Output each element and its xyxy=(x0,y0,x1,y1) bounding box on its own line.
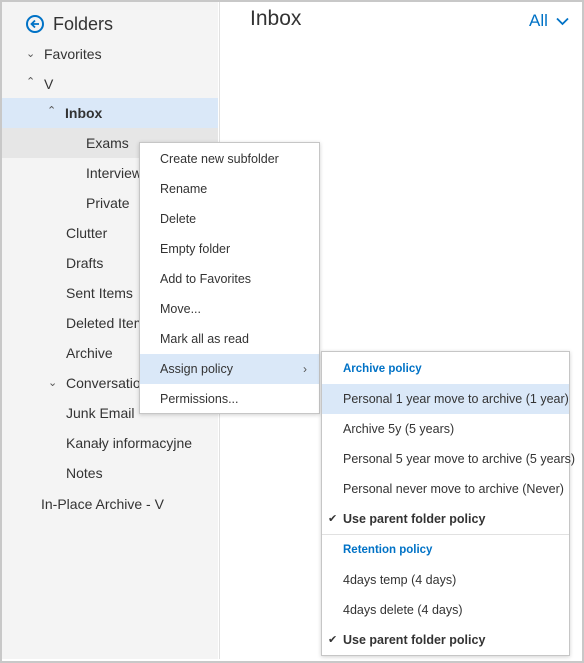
tree-item-label: Drafts xyxy=(66,255,104,271)
tree-item-inbox[interactable]: ⌃ Inbox xyxy=(2,98,218,128)
menu-item-delete[interactable]: Delete xyxy=(140,204,319,234)
checkmark-icon: ✔ xyxy=(328,513,338,525)
menu-item-create-subfolder[interactable]: Create new subfolder xyxy=(140,144,319,174)
tree-item-label: In-Place Archive - V xyxy=(41,496,164,512)
tree-item-label: Clutter xyxy=(66,225,108,241)
tree-item-label: Archive xyxy=(66,345,113,361)
menu-item-assign-policy[interactable]: Assign policy › xyxy=(140,354,319,384)
checkmark-icon: ✔ xyxy=(328,634,338,646)
menu-item-move[interactable]: Move... xyxy=(140,294,319,324)
tree-item-label: V xyxy=(44,76,54,92)
filter-label: All xyxy=(529,11,548,30)
policy-option-label: Use parent folder policy xyxy=(343,512,486,526)
tree-item-label: Favorites xyxy=(44,46,102,62)
tree-item-favorites[interactable]: ⌄ Favorites xyxy=(2,39,218,69)
menu-item-rename[interactable]: Rename xyxy=(140,174,319,204)
tree-item-notes[interactable]: Notes xyxy=(2,458,218,488)
filter-dropdown[interactable]: All xyxy=(529,11,569,31)
policy-option-personal-5-year[interactable]: Personal 5 year move to archive (5 years… xyxy=(322,444,575,474)
policy-option-4days-temp[interactable]: 4days temp (4 days) xyxy=(322,565,569,595)
menu-divider xyxy=(322,534,569,535)
tree-item-label: Inbox xyxy=(65,105,103,121)
menu-item-empty-folder[interactable]: Empty folder xyxy=(140,234,319,264)
tree-item-account-v[interactable]: ⌃ V xyxy=(2,69,218,99)
menu-item-add-to-favorites[interactable]: Add to Favorites xyxy=(140,264,319,294)
tree-item-label: Sent Items xyxy=(66,285,133,301)
tree-item-label: Junk Email xyxy=(66,405,135,421)
tree-item-label: Interview xyxy=(86,165,143,181)
chevron-up-icon[interactable]: ⌃ xyxy=(47,96,56,126)
assign-policy-submenu: Archive policy Personal 1 year move to a… xyxy=(321,351,575,656)
menu-item-mark-all-read[interactable]: Mark all as read xyxy=(140,324,319,354)
archive-policy-heading: Archive policy xyxy=(343,363,422,375)
tree-item-label: Deleted Item xyxy=(66,315,146,331)
policy-option-personal-never[interactable]: Personal never move to archive (Never) xyxy=(322,474,569,504)
tree-item-label: Conversation xyxy=(66,375,149,391)
chevron-right-icon: › xyxy=(303,362,307,376)
tree-item-label: Private xyxy=(86,195,130,211)
tree-item-in-place-archive[interactable]: In-Place Archive - V xyxy=(2,489,218,519)
retention-policy-heading: Retention policy xyxy=(343,544,433,556)
menu-item-label: Assign policy xyxy=(160,362,233,376)
policy-option-label: Use parent folder policy xyxy=(343,633,486,647)
policy-option-archive-5y[interactable]: Archive 5y (5 years) xyxy=(322,414,569,444)
chevron-up-icon[interactable]: ⌃ xyxy=(26,67,35,97)
chevron-down-icon[interactable]: ⌄ xyxy=(48,368,57,398)
tree-item-label: Exams xyxy=(86,135,129,151)
tree-item-label: Notes xyxy=(66,465,103,481)
back-arrow-icon[interactable] xyxy=(26,15,44,33)
policy-option-archive-use-parent[interactable]: ✔ Use parent folder policy xyxy=(322,504,569,534)
chevron-down-icon xyxy=(556,17,569,25)
page-title: Inbox xyxy=(250,7,302,30)
folders-title: Folders xyxy=(53,13,114,34)
menu-item-permissions[interactable]: Permissions... xyxy=(140,384,319,414)
policy-option-retention-use-parent[interactable]: ✔ Use parent folder policy xyxy=(322,625,569,655)
policy-option-personal-1-year[interactable]: Personal 1 year move to archive (1 year) xyxy=(322,384,569,414)
tree-item-label: Kanały informacyjne xyxy=(66,435,193,451)
folders-header: Folders xyxy=(26,12,113,36)
tree-item-feeds[interactable]: Kanały informacyjne xyxy=(2,428,218,458)
chevron-down-icon[interactable]: ⌄ xyxy=(26,39,35,69)
policy-option-4days-delete[interactable]: 4days delete (4 days) xyxy=(322,595,569,625)
folder-context-menu: Create new subfolder Rename Delete Empty… xyxy=(139,142,320,414)
